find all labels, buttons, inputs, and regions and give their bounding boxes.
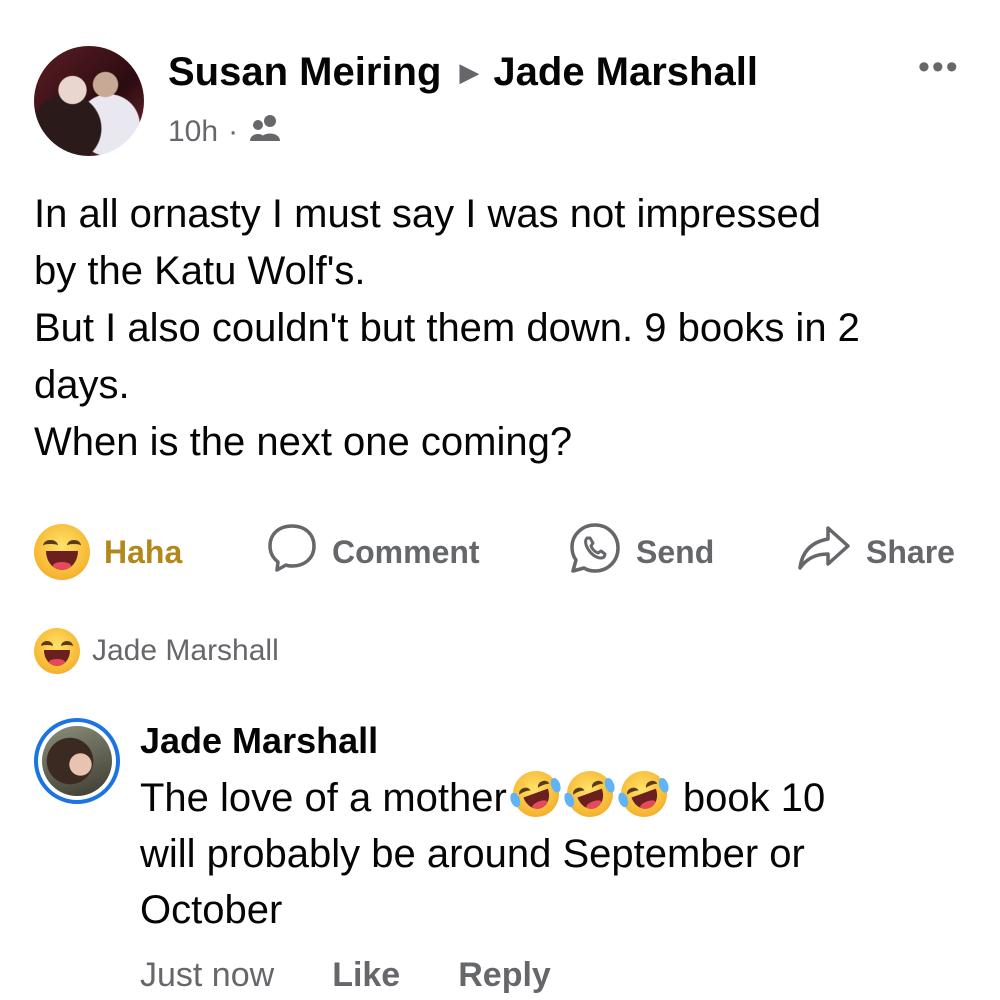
reaction-label: Haha [104,533,183,570]
like-button[interactable]: Like [332,956,400,995]
reacted-by-name: Jade Marshall [92,634,279,667]
author-name[interactable]: Susan Meiring [168,50,441,94]
comment-text: The love of a mother book 10 will probab… [140,764,980,938]
comment-text-line: October [140,888,283,932]
rolling-laughing-icon [506,764,566,824]
comment-footer: Just now Like Reply [140,956,609,995]
comment-time[interactable]: Just now [140,956,274,995]
share-arrow-icon [796,522,852,582]
comment-author[interactable]: Jade Marshall [140,720,378,762]
friends-icon [248,113,282,151]
post-text: In all ornasty I must say I was not impr… [34,186,974,471]
post-time[interactable]: 10h [168,115,218,149]
comment-text-start: The love of a mother [140,776,507,820]
comment-button[interactable]: Comment [266,520,480,584]
reaction-summary[interactable]: Jade Marshall [34,628,279,674]
reply-button[interactable]: Reply [458,956,551,995]
send-label: Send [636,533,715,570]
target-name[interactable]: Jade Marshall [493,50,758,94]
post-text-line: In all ornasty I must say I was not impr… [34,192,821,236]
arrow-right-icon: ▶ [459,57,480,87]
more-options-icon[interactable]: ••• [918,50,960,84]
reaction-button[interactable]: Haha [34,520,182,584]
post-text-line: When is the next one coming? [34,420,573,464]
post-text-line: by the Katu Wolf's. [34,249,366,293]
share-label: Share [866,533,955,570]
comment-text-line: will probably be around September or [140,832,805,876]
share-button[interactable]: Share [796,520,955,584]
post-meta: 10h · [168,113,282,151]
rolling-laughing-icon [560,764,620,824]
post-action-bar: Haha Comment Send Share [30,520,980,584]
haha-emoji-icon [34,628,80,674]
author-avatar[interactable] [34,46,144,156]
post-text-line: But I also couldn't but them down. 9 boo… [34,306,860,350]
send-button[interactable]: Send [568,520,714,584]
comment-bubble-icon [266,522,318,582]
post-text-line: days. [34,363,130,407]
rolling-laughing-icon [614,764,674,824]
comment-text-end: book 10 [682,776,826,820]
meta-separator: · [228,115,239,148]
post-header: Susan Meiring ▶ Jade Marshall [168,50,758,95]
laughing-emojis [506,764,675,824]
whatsapp-icon [568,521,622,583]
haha-emoji-icon [34,524,90,580]
commenter-avatar[interactable] [34,718,120,804]
comment-label: Comment [332,533,480,570]
